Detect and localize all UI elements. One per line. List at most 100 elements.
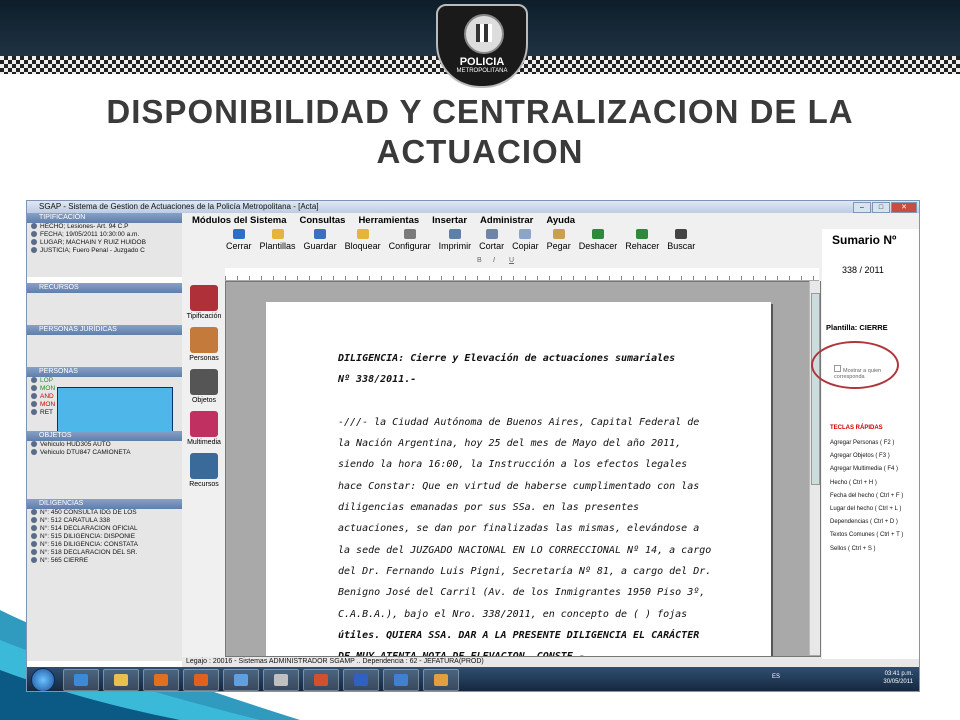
- modules-column: Tipificación Personas Objetos Multimedia Rec…: [182, 281, 224, 691]
- imprimir-button[interactable]: Imprimir: [435, 229, 476, 256]
- objeto-item[interactable]: Vehiculo DTU847 CAMIONETA: [27, 449, 182, 457]
- clock-time: 03:41 p.m.: [884, 671, 913, 677]
- window-controls: – □ ✕: [853, 202, 917, 213]
- diligencia-item[interactable]: N°: 518 DECLARACION DEL SR.: [27, 549, 182, 557]
- buscar-button[interactable]: Buscar: [663, 229, 699, 256]
- section-personas-header[interactable]: PERSONAS: [27, 367, 182, 377]
- minimize-button[interactable]: –: [853, 202, 871, 213]
- close-window-button[interactable]: ✕: [891, 202, 917, 213]
- menu-item[interactable]: Ayuda: [546, 213, 575, 228]
- module-label: Personas: [189, 355, 219, 362]
- shortcut-item[interactable]: Hecho ( Ctrl + H ): [830, 477, 919, 490]
- tipificacion-item[interactable]: HECHO; Lesiones- Art. 94 C.P: [27, 223, 182, 231]
- pegar-button[interactable]: Pegar: [543, 229, 575, 256]
- shortcut-item[interactable]: Agregar Objetos ( F3 ): [830, 450, 919, 463]
- document-scrollbar[interactable]: [809, 281, 820, 655]
- objeto-item[interactable]: Vehiculo HUD305 AUTO: [27, 441, 182, 449]
- window-title: SGAP - Sistema de Gestion de Actuaciones…: [39, 202, 319, 211]
- diligencia-item[interactable]: N°: 514 DECLARACION OFICIAL: [27, 525, 182, 533]
- shortcut-item[interactable]: Lugar del hecho ( Ctrl + L ): [830, 503, 919, 516]
- shortcut-item[interactable]: Textos Comunes ( Ctrl + T ): [830, 529, 919, 542]
- shortcut-item[interactable]: Agregar Multimedia ( F4 ): [830, 463, 919, 476]
- document-line: diligencias emanadas por sus SSa. en las…: [338, 502, 640, 514]
- book-icon: [190, 285, 218, 311]
- disk-icon: [314, 229, 327, 239]
- tipificacion-item[interactable]: JUSTICIA; Fuero Penal - Juzgado C: [27, 247, 182, 255]
- menu-item[interactable]: Módulos del Sistema: [192, 213, 287, 228]
- rehacer-button[interactable]: Rehacer: [621, 229, 663, 256]
- cortar-button[interactable]: Cortar: [475, 229, 508, 256]
- deshacer-button[interactable]: Deshacer: [575, 229, 622, 256]
- menu-item[interactable]: Consultas: [300, 213, 346, 228]
- module-multimedia[interactable]: Multimedia: [184, 411, 224, 446]
- bold-button[interactable]: B: [477, 257, 482, 264]
- taskbar-button[interactable]: [383, 669, 419, 691]
- module-tipificación[interactable]: Tipificación: [184, 285, 224, 320]
- diligencia-item[interactable]: N°: 515 DILIGENCIA: DISPONIE: [27, 533, 182, 541]
- objeto-item-label: Vehiculo HUD305 AUTO: [40, 441, 111, 448]
- clock[interactable]: 03:41 p.m. 30/05/2011: [883, 670, 913, 686]
- taskbar-button[interactable]: [303, 669, 339, 691]
- document-area: DILIGENCIA: Cierre y Elevación de actuac…: [225, 281, 821, 657]
- persona-item-label: MON: [40, 385, 56, 392]
- start-button[interactable]: [31, 668, 55, 691]
- taskbar-button[interactable]: [63, 669, 99, 691]
- section-juridicas-header[interactable]: PERSONAS JURÍDICAS: [27, 325, 182, 335]
- module-personas[interactable]: Personas: [184, 327, 224, 362]
- italic-button[interactable]: I: [493, 257, 495, 264]
- section-diligencias-header[interactable]: DILIGENCIAS: [27, 499, 182, 509]
- taskbar-button[interactable]: [183, 669, 219, 691]
- taskbar-button[interactable]: [343, 669, 379, 691]
- highlight-oval: [811, 341, 899, 389]
- diligencia-item[interactable]: N°: 512 CARATULA 338: [27, 517, 182, 525]
- maximize-button[interactable]: □: [872, 202, 890, 213]
- section-tipificacion-header[interactable]: TIPIFICACIÓN: [27, 213, 182, 223]
- configurar-button[interactable]: Configurar: [385, 229, 435, 256]
- shortcut-item[interactable]: Agregar Personas ( F2 ): [830, 437, 919, 450]
- tool-icon: [274, 674, 288, 686]
- printer-icon: [448, 229, 461, 239]
- folder-lock-icon: [356, 229, 369, 239]
- menu-item[interactable]: Herramientas: [358, 213, 419, 228]
- item-icon: [31, 517, 37, 523]
- module-objetos[interactable]: Objetos: [184, 369, 224, 404]
- menu-item[interactable]: Insertar: [432, 213, 467, 228]
- shortcut-item[interactable]: Fecha del hecho ( Ctrl + F ): [830, 490, 919, 503]
- diligencia-item[interactable]: N°: 450 CONSULTA IDG DE LOS: [27, 509, 182, 517]
- bloquear-button[interactable]: Bloquear: [341, 229, 385, 256]
- taskbar-button[interactable]: [103, 669, 139, 691]
- menu-item[interactable]: Administrar: [480, 213, 533, 228]
- document-line: del Dr. Fernando Luis Pigni, Secretaría …: [338, 565, 712, 577]
- window-icon: [394, 674, 408, 686]
- plantillas-button[interactable]: Plantillas: [256, 229, 300, 256]
- shortcut-item[interactable]: Sellos ( Ctrl + S ): [830, 543, 919, 556]
- diligencia-item-label: N°: 518 DECLARACION DEL SR.: [40, 549, 138, 556]
- taskbar-button[interactable]: [223, 669, 259, 691]
- section-objetos-header[interactable]: OBJETOS: [27, 431, 182, 441]
- copiar-button[interactable]: Copiar: [508, 229, 543, 256]
- badge-text: POLICIA: [459, 56, 505, 68]
- module-recursos[interactable]: Recursos: [184, 453, 224, 488]
- document-text[interactable]: DILIGENCIA: Cierre y Elevación de actuac…: [338, 348, 726, 656]
- item-icon: [31, 533, 37, 539]
- taskbar-button[interactable]: [143, 669, 179, 691]
- tipificacion-item[interactable]: FECHA; 19/05/2011 10:30:00 a.m.: [27, 231, 182, 239]
- tipificacion-item-label: HECHO; Lesiones- Art. 94 C.P: [40, 223, 129, 230]
- cerrar-button[interactable]: Cerrar: [222, 229, 256, 256]
- guardar-button[interactable]: Guardar: [300, 229, 341, 256]
- shortcut-item[interactable]: Dependencias ( Ctrl + D ): [830, 516, 919, 529]
- taskbar-button[interactable]: [263, 669, 299, 691]
- paste-icon: [552, 229, 565, 239]
- scrollbar-thumb[interactable]: [811, 293, 820, 485]
- underline-button[interactable]: U: [509, 257, 514, 264]
- diligencia-item[interactable]: N°: 516 DILIGENCIA: CONSTATA: [27, 541, 182, 549]
- language-indicator[interactable]: ES: [772, 674, 780, 680]
- document-page[interactable]: DILIGENCIA: Cierre y Elevación de actuac…: [266, 302, 771, 656]
- diligencia-item[interactable]: N°: 565 CIERRE: [27, 557, 182, 565]
- taskbar-button[interactable]: [423, 669, 459, 691]
- section-recursos-header[interactable]: RECURSOS: [27, 283, 182, 293]
- persona-item[interactable]: LOP: [27, 377, 182, 385]
- item-icon: [31, 557, 37, 563]
- toolbar-label: Cortar: [479, 241, 505, 251]
- tipificacion-item[interactable]: LUGAR; MACHAIN Y RUIZ HUIDOB: [27, 239, 182, 247]
